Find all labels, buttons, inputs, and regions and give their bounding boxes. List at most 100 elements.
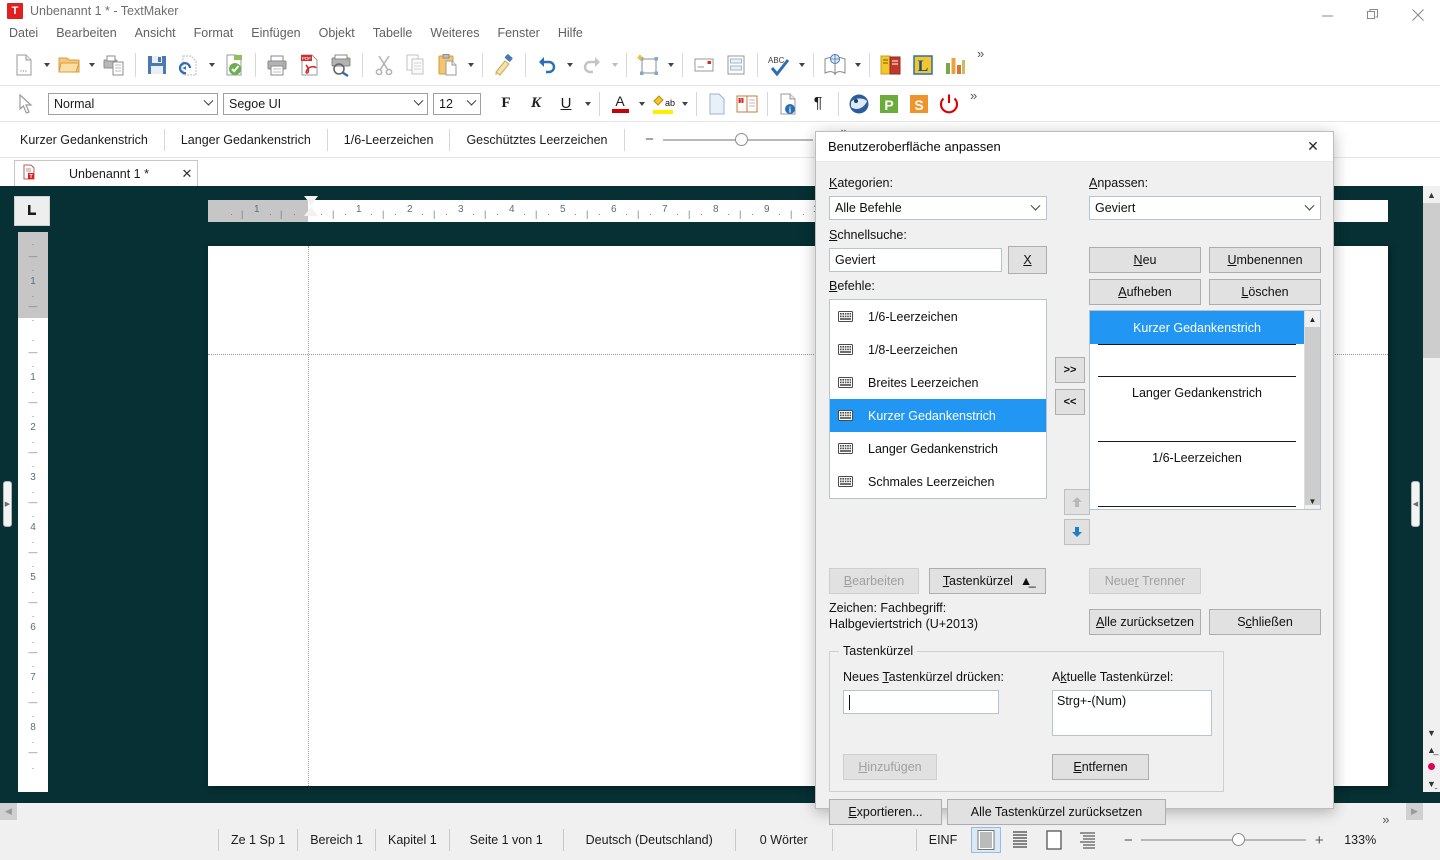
toolbar-zoom-slider[interactable]: − +	[641, 131, 835, 148]
list-item[interactable]: Langer Gedankenstrich	[830, 432, 1046, 465]
status-zoom-slider[interactable]: − +	[1119, 832, 1328, 849]
reset-all-button[interactable]: Alle zurücksetzen	[1089, 609, 1201, 635]
move-down-button[interactable]	[1064, 519, 1090, 545]
power-button[interactable]	[935, 90, 963, 118]
cmd-kurzer-gedankenstrich[interactable]: Kurzer Gedankenstrich	[8, 127, 160, 153]
scroll-down-icon[interactable]: ▼	[1305, 493, 1320, 509]
font-color-button[interactable]: A	[606, 90, 634, 118]
rename-button[interactable]: Umbenennen	[1209, 247, 1321, 273]
quicksearch-clear-button[interactable]: X	[1008, 246, 1047, 274]
scroll-down-icon[interactable]: ▼	[1423, 724, 1440, 741]
browse-object-icon[interactable]	[1423, 758, 1440, 775]
zoom-thumb[interactable]	[734, 132, 748, 146]
status-zoom-percent[interactable]: 133%	[1344, 833, 1376, 847]
menu-tabelle[interactable]: Tabelle	[364, 22, 422, 44]
spellcheck-button[interactable]: ABC	[764, 49, 794, 81]
chart-button[interactable]	[940, 49, 970, 81]
l-logo-button[interactable]: L	[908, 49, 938, 81]
dialog-close-action-button[interactable]: Schließen	[1209, 609, 1321, 635]
current-shortcut-list[interactable]: Strg+-(Num)	[1052, 690, 1212, 736]
new-document-dropdown[interactable]	[40, 49, 53, 81]
status-page[interactable]: Seite 1 von 1	[448, 829, 563, 851]
print-copies-button[interactable]	[99, 49, 129, 81]
status-overflow[interactable]: »	[1376, 812, 1395, 827]
delete-button[interactable]: Löschen	[1209, 279, 1321, 305]
commands-listbox[interactable]: 1/6-Leerzeichen 1/8-Leerzeichen Breites …	[829, 299, 1047, 499]
view-outline-button[interactable]	[1073, 827, 1103, 853]
assigned-item[interactable]	[1090, 474, 1304, 507]
right-sidebar-handle[interactable]: ◀	[1411, 481, 1420, 527]
previous-page-icon[interactable]: ▲̲	[1423, 741, 1440, 758]
cmd-langer-gedankenstrich[interactable]: Langer Gedankenstrich	[169, 127, 323, 153]
format-painter-button[interactable]	[489, 49, 519, 81]
new-button[interactable]: Neu	[1089, 247, 1201, 273]
document-info-button[interactable]: i	[774, 90, 802, 118]
scroll-left-icon[interactable]: ◀	[0, 803, 17, 820]
scroll-up-icon[interactable]: ▲	[1423, 186, 1440, 203]
zoom-track[interactable]	[662, 132, 813, 146]
add-shortcut-button[interactable]: Hinzufügen	[843, 754, 937, 780]
underline-button[interactable]: U	[552, 90, 580, 118]
undo-button[interactable]	[532, 49, 562, 81]
open-document-dropdown[interactable]	[85, 49, 98, 81]
status-language[interactable]: Deutsch (Deutschland)	[562, 829, 735, 851]
tab-stop-left-icon[interactable]	[14, 196, 50, 226]
cmd-sechstel-leerzeichen[interactable]: 1/6-Leerzeichen	[332, 127, 446, 153]
envelope-button[interactable]	[689, 49, 719, 81]
format-toolbar-overflow[interactable]: »	[964, 88, 983, 103]
thesaurus-button[interactable]	[876, 49, 906, 81]
list-item[interactable]: 1/6-Leerzeichen	[830, 300, 1046, 333]
blank-page-button[interactable]	[703, 90, 731, 118]
mail-client-button[interactable]	[845, 90, 873, 118]
scroll-right-icon[interactable]: ▶	[1406, 803, 1423, 820]
dialog-close-button[interactable]: ✕	[1293, 132, 1333, 161]
bold-button[interactable]: F	[492, 90, 520, 118]
indent-marker[interactable]	[304, 196, 318, 226]
unassign-button[interactable]: Aufheben	[1089, 279, 1201, 305]
dictionary-button[interactable]	[820, 49, 850, 81]
vertical-ruler[interactable]: · — · 1 · — · · — · 1 · — · 2 · — · 3 · …	[18, 232, 48, 792]
restore-document-button[interactable]	[174, 49, 204, 81]
status-zoom-in-icon[interactable]: +	[1310, 832, 1328, 849]
font-color-dropdown[interactable]	[635, 88, 648, 120]
view-page-button[interactable]	[1039, 827, 1069, 853]
menu-einfuegen[interactable]: Einfügen	[242, 22, 309, 44]
paragraph-style-combo[interactable]: Normal	[48, 92, 218, 115]
export-pdf-button[interactable]: PDF	[294, 49, 324, 81]
left-sidebar-handle[interactable]: ▶	[3, 481, 12, 527]
quicksearch-input[interactable]: Geviert	[829, 248, 1002, 272]
master-page-button[interactable]: 1	[733, 90, 761, 118]
status-word-count[interactable]: 0 Wörter	[734, 829, 832, 851]
edit-button[interactable]: Bearbeiten	[829, 568, 919, 594]
categories-dropdown[interactable]: Alle Befehle	[829, 196, 1047, 220]
status-chapter[interactable]: Kapitel 1	[375, 829, 449, 851]
main-toolbar-overflow[interactable]: »	[971, 46, 990, 61]
chevron-down-icon[interactable]	[200, 94, 217, 114]
view-draft-button[interactable]	[1005, 827, 1035, 853]
view-normal-button[interactable]	[971, 827, 1002, 853]
cursor-arrow-icon[interactable]	[11, 88, 41, 120]
document-tab[interactable]: T Unbenannt 1 * ✕	[14, 160, 198, 186]
status-insert-mode[interactable]: EINF	[915, 829, 969, 851]
redo-dropdown[interactable]	[608, 49, 621, 81]
menu-ansicht[interactable]: Ansicht	[126, 22, 185, 44]
new-document-button[interactable]	[9, 49, 39, 81]
print-button[interactable]	[262, 49, 292, 81]
label-sheet-button[interactable]	[721, 49, 751, 81]
assigned-item[interactable]	[1090, 344, 1304, 377]
print-preview-button[interactable]	[326, 49, 356, 81]
undo-dropdown[interactable]	[563, 49, 576, 81]
remove-shortcut-button[interactable]: Entfernen	[1052, 754, 1149, 780]
assigned-item[interactable]: 1/6-Leerzeichen	[1090, 441, 1304, 474]
status-section[interactable]: Bereich 1	[297, 829, 375, 851]
menu-weiteres[interactable]: Weiteres	[421, 22, 488, 44]
assigned-item[interactable]: Geschütztes Leerzeichen	[1090, 506, 1304, 509]
font-family-combo[interactable]: Segoe UI	[223, 92, 428, 115]
cut-button[interactable]	[369, 49, 399, 81]
menu-objekt[interactable]: Objekt	[310, 22, 364, 44]
vertical-scrollbar[interactable]: ▲ ▼ ▲̲ ▼̱	[1423, 186, 1440, 792]
scroll-up-icon[interactable]: ▲	[1305, 311, 1320, 327]
customize-dropdown[interactable]: Geviert	[1089, 196, 1321, 220]
menu-format[interactable]: Format	[185, 22, 243, 44]
status-zoom-track[interactable]	[1141, 833, 1307, 846]
